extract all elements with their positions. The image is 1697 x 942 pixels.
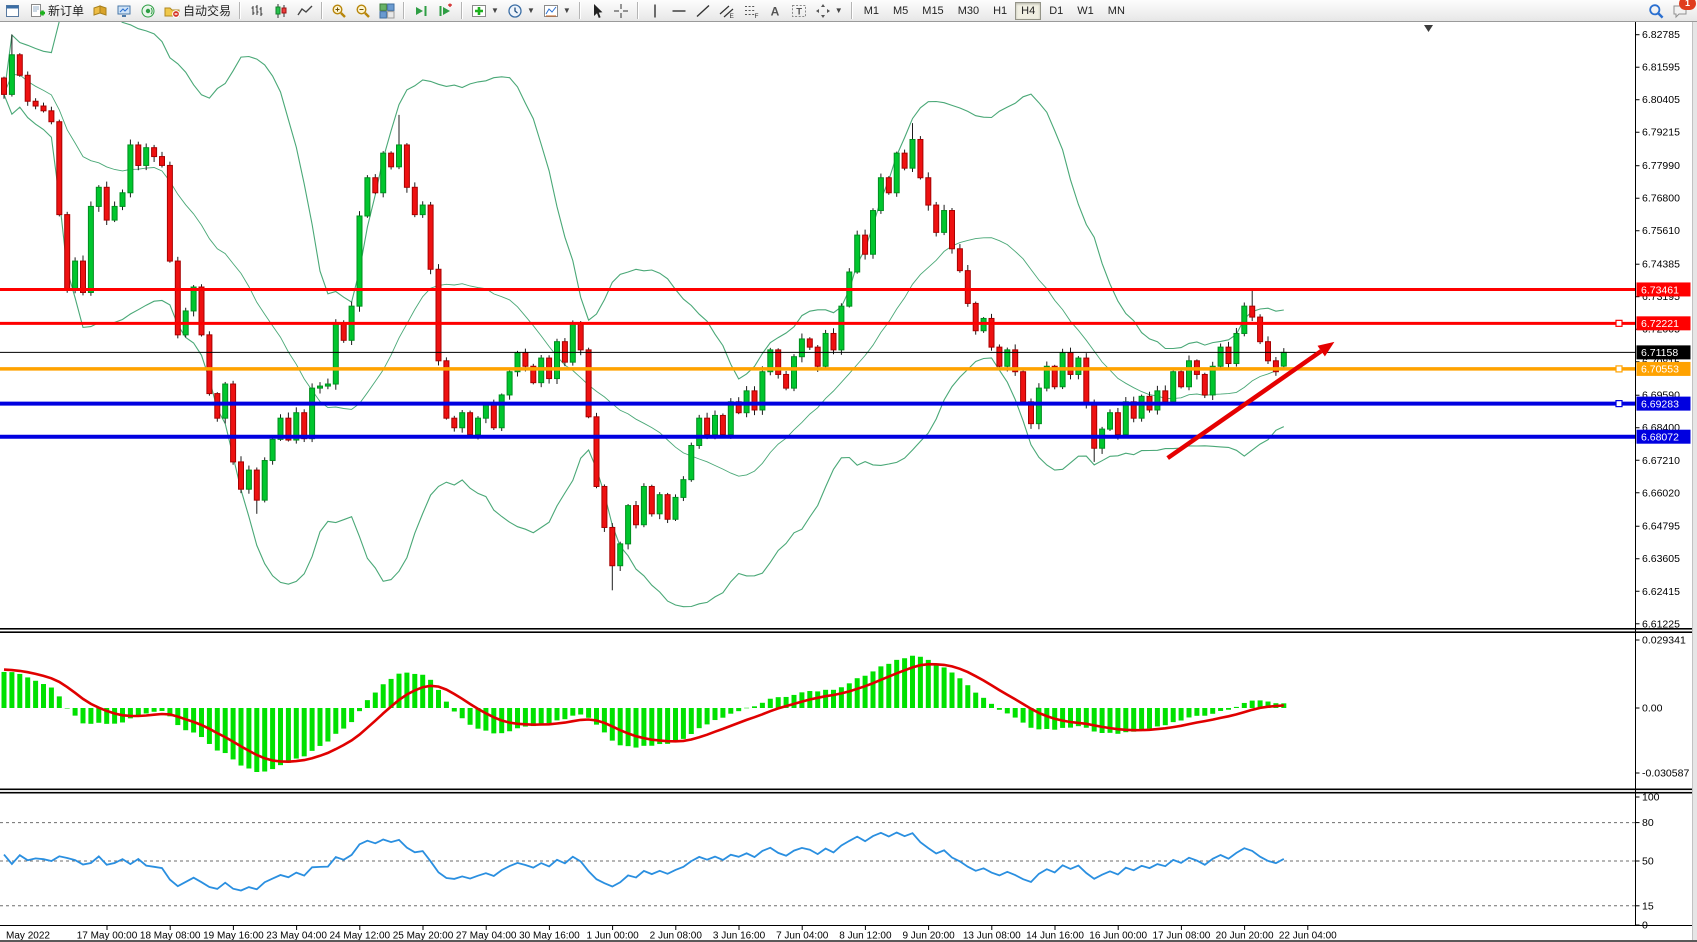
macd-axis-label: -0.030587 <box>1642 768 1689 780</box>
chart-canvas[interactable]: 6.82785 6.81595 6.80405 6.79215 6.77990 6.768… <box>0 0 1697 942</box>
window-right-edge <box>1692 22 1697 940</box>
price-axis-label: 6.79215 <box>1642 127 1680 139</box>
price-line-handle[interactable] <box>1616 366 1622 372</box>
price-tag-text: 6.71158 <box>1641 347 1678 359</box>
rsi-axis-label: 50 <box>1642 856 1654 868</box>
price-axis-label: 6.62415 <box>1642 586 1680 598</box>
price-axis-label: 6.81595 <box>1642 62 1680 74</box>
terminal-window: 新订单自动交易▼▼▼EFAT▼M1M5M15M30H1H4D1W1MN1 USD… <box>0 0 1697 942</box>
price-axis-label: 6.74385 <box>1642 259 1680 271</box>
price-axis-label: 6.64795 <box>1642 521 1680 533</box>
price-axis-label: 6.82785 <box>1642 29 1680 41</box>
price-axis-label: 6.77990 <box>1642 160 1680 172</box>
rsi-axis-label: 0 <box>1642 920 1648 932</box>
price-axis-label: 6.76800 <box>1642 193 1680 205</box>
rsi-axis-label: 15 <box>1642 900 1654 912</box>
price-axis-label: 6.61225 <box>1642 618 1680 630</box>
price-tag-text: 6.70553 <box>1641 364 1679 376</box>
price-tag-text: 6.69283 <box>1641 398 1679 410</box>
macd-axis-label: 0.00 <box>1642 703 1663 715</box>
price-line-handle[interactable] <box>1616 401 1622 407</box>
macd-axis-label: 0.029341 <box>1642 635 1686 647</box>
rsi-axis-label: 80 <box>1642 817 1654 829</box>
price-axis-label: 6.75610 <box>1642 225 1680 237</box>
price-tag-text: 6.68072 <box>1641 431 1679 443</box>
price-axis-label: 6.67210 <box>1642 455 1680 467</box>
price-line-handle[interactable] <box>1616 320 1622 326</box>
rsi-axis-label: 100 <box>1642 792 1660 804</box>
price-tag-text: 6.72221 <box>1641 318 1679 330</box>
price-axis-label: 6.80405 <box>1642 94 1680 106</box>
price-axis-label: 6.63605 <box>1642 553 1680 565</box>
price-tag-text: 6.73461 <box>1641 284 1679 296</box>
price-axis-label: 6.66020 <box>1642 487 1680 499</box>
